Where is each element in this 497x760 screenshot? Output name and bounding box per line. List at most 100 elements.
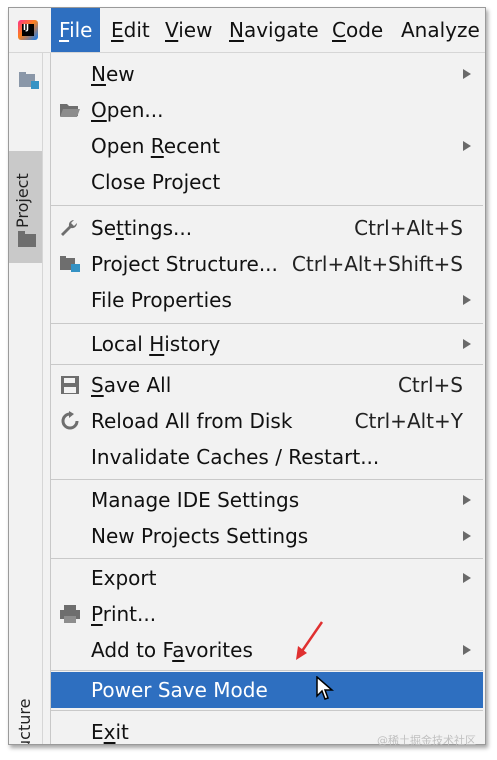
menu-separator: [51, 323, 483, 324]
menu-item-close-project[interactable]: Close Project: [51, 164, 483, 200]
menu-edit-mnemonic: E: [111, 18, 124, 42]
mnemonic: t: [116, 216, 124, 240]
menu-item-new-projects-settings-label: New Projects Settings: [91, 524, 309, 548]
menu-item-export[interactable]: Export: [51, 560, 483, 596]
menu-item-file-properties-label: File Properties: [91, 288, 232, 312]
menu-item-power-save-mode-label: Power Save Mode: [91, 678, 268, 702]
label-pre: Open: [91, 134, 151, 158]
label-rest: tings...: [123, 216, 193, 240]
menu-view-label: iew: [178, 18, 213, 42]
menu-item-new-label: New: [91, 56, 135, 92]
label-rest: pen...: [106, 98, 164, 122]
menu-item-save-all[interactable]: Save All Ctrl+S: [51, 367, 483, 403]
menu-item-add-to-favorites[interactable]: Add to Favorites: [51, 632, 483, 668]
project-structure-icon: [60, 256, 80, 272]
submenu-arrow-icon: [463, 339, 471, 349]
menu-file-label: ile: [69, 18, 93, 42]
label-rest: ave All: [103, 373, 172, 397]
reload-icon: [61, 411, 79, 430]
mnemonic: N: [91, 62, 106, 86]
label-rest: istory: [164, 332, 221, 356]
menu-item-manage-ide-settings-label: Manage IDE Settings: [91, 488, 300, 512]
menu-item-invalidate-caches-label: Invalidate Caches / Restart...: [91, 445, 380, 469]
menubar: IJ File Edit View Navigate Code Analyze: [9, 8, 485, 53]
menu-item-export-label: Export: [91, 566, 157, 590]
submenu-arrow-icon: [463, 69, 471, 79]
mnemonic: x: [103, 720, 116, 744]
menu-item-power-save-mode[interactable]: Power Save Mode: [51, 672, 483, 708]
menu-file-mnemonic: F: [59, 18, 70, 42]
menu-item-reload-all[interactable]: Reload All from Disk Ctrl+Alt+Y: [51, 403, 483, 439]
menu-separator: [51, 205, 483, 206]
submenu-arrow-icon: [463, 645, 471, 655]
label-rest: vorites: [184, 638, 253, 662]
menu-item-new[interactable]: New: [51, 56, 483, 92]
menu-item-open-recent-label: Open Recent: [91, 128, 220, 164]
menu-item-print[interactable]: Print...: [51, 596, 483, 632]
shortcut-label: Ctrl+Alt+S: [354, 216, 463, 240]
menu-item-close-project-label: Close Project: [91, 170, 221, 194]
file-menu-dropdown: New Open... Open Recent Close Project Se…: [50, 53, 485, 744]
menu-item-exit-label: Exit: [91, 714, 129, 744]
label-rest: ecent: [163, 134, 220, 158]
label-rest: ew: [105, 62, 135, 86]
mnemonic: H: [149, 332, 165, 356]
project-tab-label: Project: [13, 173, 32, 228]
menu-file[interactable]: File: [51, 8, 101, 52]
menu-edit-label: dit: [123, 18, 150, 42]
menu-item-file-properties[interactable]: File Properties: [51, 282, 483, 318]
menu-item-local-history[interactable]: Local History: [51, 326, 483, 362]
menu-item-project-structure-label: Project Structure...: [91, 252, 278, 276]
submenu-arrow-icon: [463, 295, 471, 305]
shortcut-label: Ctrl+S: [397, 373, 463, 397]
menu-navigate-label: avigate: [243, 18, 319, 42]
menu-item-open-recent[interactable]: Open Recent: [51, 128, 483, 164]
menu-analyze-label: Analyze: [401, 18, 480, 42]
mnemonic: a: [172, 638, 185, 662]
menu-code-label: ode: [345, 18, 384, 42]
menu-edit[interactable]: Edit: [103, 8, 158, 52]
shortcut-label: Ctrl+Alt+Y: [354, 409, 463, 433]
menu-item-settings[interactable]: Settings... Ctrl+Alt+S: [51, 210, 483, 246]
menu-item-print-label: Print...: [91, 596, 156, 632]
menu-code-mnemonic: C: [332, 18, 346, 42]
shortcut-label: Ctrl+Alt+Shift+S: [291, 252, 463, 276]
menu-item-reload-all-label: Reload All from Disk: [91, 409, 293, 433]
menu-view[interactable]: View: [157, 8, 220, 52]
menu-navigate[interactable]: Navigate: [221, 8, 327, 52]
wrench-icon: [61, 219, 78, 236]
mouse-cursor-icon: [316, 676, 334, 700]
menu-analyze[interactable]: Analyze: [393, 8, 485, 52]
menu-item-add-to-favorites-label: Add to Favorites: [91, 632, 253, 668]
submenu-arrow-icon: [463, 141, 471, 151]
menu-item-manage-ide-settings[interactable]: Manage IDE Settings: [51, 482, 483, 518]
mnemonic: S: [91, 373, 104, 397]
left-tool-strip: Project Structure: [9, 53, 43, 744]
mnemonic: R: [150, 134, 164, 158]
mnemonic: O: [91, 98, 107, 122]
printer-icon: [60, 605, 80, 623]
menu-item-new-projects-settings[interactable]: New Projects Settings: [51, 518, 483, 554]
menu-navigate-mnemonic: N: [229, 18, 244, 42]
folder-icon: [18, 231, 36, 247]
menu-separator: [51, 710, 483, 711]
menu-code[interactable]: Code: [324, 8, 391, 52]
label-pre: Local: [91, 332, 150, 356]
label-rest: rint...: [102, 602, 157, 626]
menu-item-open[interactable]: Open...: [51, 92, 483, 128]
menu-item-settings-label: Settings...: [91, 210, 192, 246]
mnemonic: P: [91, 602, 103, 626]
project-view-icon[interactable]: [18, 71, 40, 91]
menu-view-mnemonic: V: [165, 18, 179, 42]
structure-tab-label[interactable]: Structure: [15, 699, 34, 744]
menu-item-open-label: Open...: [91, 92, 164, 128]
menu-item-invalidate-caches[interactable]: Invalidate Caches / Restart...: [51, 439, 483, 475]
menu-item-project-structure[interactable]: Project Structure... Ctrl+Alt+Shift+S: [51, 246, 483, 282]
submenu-arrow-icon: [463, 573, 471, 583]
intellij-logo-icon: IJ: [18, 20, 38, 40]
ide-window: IJ File Edit View Navigate Code Analyze …: [8, 7, 486, 745]
menu-item-local-history-label: Local History: [91, 326, 220, 362]
watermark: @稀土掘金技术社区: [377, 734, 476, 747]
submenu-arrow-icon: [463, 531, 471, 541]
menu-item-save-all-label: Save All: [91, 367, 171, 403]
